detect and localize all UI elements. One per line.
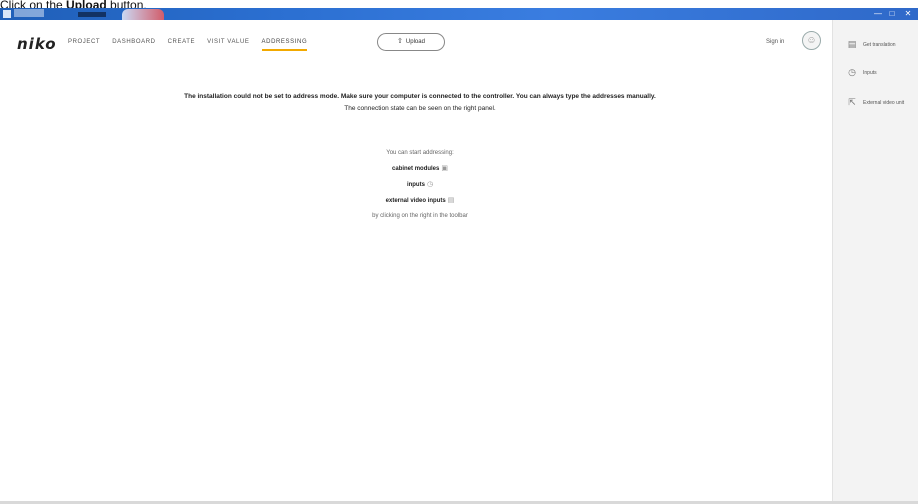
nav-item-addressing[interactable]: ADDRESSING — [261, 39, 308, 51]
sidebar-item-inputs[interactable]: ◷ Inputs — [847, 67, 877, 78]
niko-logo: niko — [17, 35, 57, 53]
right-toolbar: ▤ Get translation ◷ Inputs ⇱ External vi… — [832, 20, 918, 504]
close-button[interactable]: ✕ — [902, 9, 914, 18]
main-nav: PROJECT DASHBOARD CREATE VISIT VALUE ADDRESS… — [68, 39, 308, 51]
nav-item-create[interactable]: CREATE — [168, 39, 196, 51]
warning-line-2: The connection state can be seen on the … — [344, 105, 496, 112]
nav-item-dashboard[interactable]: DASHBOARD — [112, 39, 155, 51]
window-titlebar: — □ ✕ — [0, 8, 918, 20]
minimize-button[interactable]: — — [872, 9, 884, 18]
nav-item-visit-value[interactable]: VISIT VALUE — [207, 39, 249, 51]
export-icon: ⇱ — [848, 97, 856, 107]
window-title — [14, 9, 44, 17]
browser-tab — [122, 9, 164, 20]
taskbar-item — [78, 12, 106, 17]
input-icon: ◷ — [426, 181, 434, 188]
video-icon: ▤ — [447, 197, 455, 204]
sidebar-item-external-video-unit[interactable]: ⇱ External video unit — [847, 97, 904, 108]
signin-link[interactable]: Sign in — [766, 39, 784, 45]
steps-hint: by clicking on the right in the toolbar — [372, 213, 468, 219]
main-content: The installation could not be set to add… — [0, 66, 832, 504]
sidebar-item-label: External video unit — [863, 99, 905, 106]
nav-item-project[interactable]: PROJECT — [68, 39, 100, 51]
steps-intro: You can start addressing: — [386, 150, 454, 156]
step-cabinet-modules: cabinet modules ▣ — [392, 165, 448, 172]
sidebar-item-label: Inputs — [863, 69, 877, 76]
app-icon — [3, 10, 11, 18]
module-icon: ▣ — [441, 165, 448, 172]
app-window: niko PROJECT DASHBOARD CREATE VISIT VALUE AD… — [0, 20, 918, 504]
document-icon: ▤ — [847, 39, 857, 49]
user-avatar-icon[interactable]: ☺ — [802, 31, 821, 50]
sidebar-item-get-translation[interactable]: ▤ Get translation — [847, 39, 896, 50]
addressing-steps: You can start addressing: cabinet module… — [270, 146, 570, 224]
step-inputs: inputs ◷ — [406, 181, 434, 188]
upload-button[interactable]: ⇧ Upload — [377, 33, 445, 51]
sidebar-item-label: Get translation — [863, 41, 896, 48]
connection-warning: The installation could not be set to add… — [30, 91, 810, 115]
step-external-video-inputs: external video inputs ▤ — [385, 197, 455, 204]
top-navigation: niko PROJECT DASHBOARD CREATE VISIT VALUE AD… — [0, 20, 832, 66]
maximize-button[interactable]: □ — [886, 9, 898, 18]
clock-icon: ◷ — [848, 67, 856, 77]
upload-arrow-icon: ⇧ — [397, 38, 403, 45]
warning-line-1: The installation could not be set to add… — [184, 93, 656, 100]
upload-label: Upload — [405, 39, 425, 45]
